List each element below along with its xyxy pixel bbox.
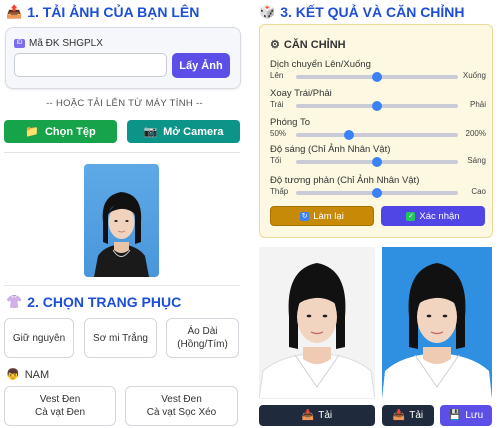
slider-min-label: Thấp	[270, 187, 289, 196]
slider-max-label: Phải	[469, 100, 486, 109]
slider-track[interactable]	[296, 101, 458, 111]
lay-anh-button[interactable]: Lấy Ảnh	[172, 53, 230, 78]
lam-lai-button[interactable]: ↻ Làm lại	[270, 206, 374, 226]
upload-section-title: 📤 1. TẢI ẢNH CỦA BẠN LÊN	[6, 4, 200, 20]
portrait-image-blue-bg	[382, 263, 492, 399]
xac-nhan-button[interactable]: ✓ Xác nhận	[381, 206, 485, 226]
slider-thumb[interactable]	[344, 130, 355, 140]
slider-zoom: Phóng To 50% 200%	[270, 117, 486, 140]
slider-min-label: 50%	[270, 129, 287, 138]
slider-max-label: Sáng	[467, 156, 486, 165]
check-icon: ✓	[406, 211, 416, 221]
slider-thumb[interactable]	[372, 188, 382, 198]
dice-icon: 🎲	[259, 4, 276, 19]
slider-max-label: 200%	[465, 129, 486, 138]
result-photo-blue	[382, 247, 492, 399]
download-white-button[interactable]: 📥 Tải	[259, 405, 375, 426]
download-icon: 📥	[392, 410, 406, 421]
slider-contrast: Độ tương phản (Chỉ Ảnh Nhân Vật) Thấp Ca…	[270, 175, 486, 198]
adjust-title: ⚙ CĂN CHỈNH	[270, 38, 346, 52]
outfit-option-vest-striped-tie[interactable]: Vest Đen Cà vạt Sọc Xéo	[125, 386, 238, 426]
slider-label: Dịch chuyển Lên/Xuống	[270, 59, 371, 70]
result-section-title: 🎲 3. KẾT QUẢ VÀ CĂN CHỈNH	[259, 4, 465, 20]
slider-min-label: Trái	[270, 100, 284, 109]
slider-label: Phóng To	[270, 117, 310, 128]
result-photo-white	[259, 247, 375, 399]
left-panel: 📤 1. TẢI ẢNH CỦA BẠN LÊN ID Mã ĐK SHGPLX…	[0, 0, 249, 428]
download-blue-button[interactable]: 📥 Tải	[382, 405, 434, 426]
outfit-option-vest-black-tie[interactable]: Vest Đen Cà vạt Đen	[4, 386, 116, 426]
divider	[4, 152, 240, 153]
slider-track[interactable]	[296, 188, 458, 198]
camera-icon: 📷	[143, 126, 158, 138]
ma-dk-label: ID Mã ĐK SHGPLX	[14, 38, 103, 49]
slider-track[interactable]	[296, 130, 458, 140]
divider	[4, 285, 240, 286]
slider-label: Độ tương phản (Chỉ Ảnh Nhân Vật)	[270, 175, 420, 186]
gear-icon: ⚙	[270, 39, 280, 51]
adjust-panel: ⚙ CĂN CHỈNH Dịch chuyển Lên/Xuống Lên Xu…	[259, 24, 493, 238]
ma-dk-input[interactable]	[14, 53, 167, 77]
or-divider-text: -- HOẶC TẢI LÊN TỪ MÁY TÍNH --	[46, 98, 203, 109]
outfit-option-keep[interactable]: Giữ nguyên	[4, 318, 74, 358]
slider-track[interactable]	[296, 157, 458, 167]
slider-rotate: Xoay Trái/Phải Trái Phải	[270, 88, 486, 111]
save-button[interactable]: 💾 Lưu	[440, 405, 492, 426]
id-card-icon: ID	[14, 39, 25, 48]
boy-face-icon: 👦	[6, 369, 20, 381]
mo-camera-button[interactable]: 📷 Mở Camera	[127, 120, 240, 143]
download-icon: 📥	[301, 410, 315, 421]
slider-label: Độ sáng (Chỉ Ảnh Nhân Vật)	[270, 144, 391, 155]
gender-label: 👦 NAM	[6, 368, 50, 382]
slider-min-label: Lên	[270, 71, 284, 80]
chon-tep-button[interactable]: 📁 Chọn Tệp	[4, 120, 117, 143]
uploaded-photo-preview	[84, 164, 159, 277]
upload-icon: 📤	[6, 4, 23, 19]
slider-move-vertical: Dịch chuyển Lên/Xuống Lên Xuống	[270, 59, 486, 82]
slider-max-label: Xuống	[462, 71, 486, 80]
outfit-option-ao-dai[interactable]: Áo Dài (Hồng/Tím)	[166, 318, 239, 358]
shirt-icon: 👚	[6, 294, 23, 309]
outfit-option-white-shirt[interactable]: Sơ mi Trắng	[84, 318, 157, 358]
slider-thumb[interactable]	[372, 157, 382, 167]
refresh-icon: ↻	[300, 211, 310, 221]
slider-label: Xoay Trái/Phải	[270, 88, 332, 99]
save-icon: 💾	[448, 410, 462, 421]
slider-track[interactable]	[296, 72, 458, 82]
slider-min-label: Tối	[270, 156, 282, 165]
outfit-section-title: 👚 2. CHỌN TRANG PHỤC	[6, 294, 182, 310]
portrait-image-white-bg	[259, 263, 375, 399]
slider-brightness: Độ sáng (Chỉ Ảnh Nhân Vật) Tối Sáng	[270, 144, 486, 167]
slider-max-label: Cao	[471, 187, 486, 196]
slider-thumb[interactable]	[372, 101, 382, 111]
portrait-image	[94, 192, 149, 277]
right-panel: 🎲 3. KẾT QUẢ VÀ CĂN CHỈNH ⚙ CĂN CHỈNH Dị…	[252, 0, 500, 428]
slider-thumb[interactable]	[372, 72, 382, 82]
folder-icon: 📁	[25, 126, 39, 138]
